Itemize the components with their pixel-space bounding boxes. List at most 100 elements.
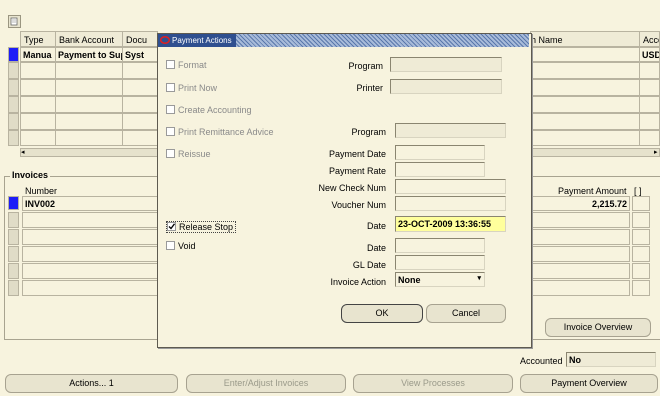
empty-cell[interactable] (122, 113, 158, 130)
empty-cell[interactable] (22, 246, 159, 262)
print-now-checkbox[interactable]: Print Now (166, 83, 217, 93)
empty-cell[interactable] (122, 79, 158, 96)
empty-cell[interactable] (639, 113, 660, 130)
program2-field[interactable] (395, 123, 506, 138)
payment-overview-button[interactable]: Payment Overview (520, 374, 658, 393)
bank-account-cell[interactable]: Payment to Supp (55, 47, 123, 62)
empty-cell[interactable] (55, 130, 123, 146)
empty-cell[interactable] (55, 62, 123, 79)
program-field[interactable] (390, 57, 502, 72)
empty-cell[interactable] (20, 79, 56, 96)
empty-cell[interactable] (530, 263, 630, 279)
row-indicator[interactable] (8, 113, 19, 130)
type-cell[interactable]: Manua (20, 47, 56, 62)
release-date-field[interactable]: 23-OCT-2009 13:36:55 (395, 216, 506, 232)
reissue-checkbox[interactable]: Reissue (166, 149, 211, 159)
empty-cell[interactable] (22, 280, 159, 296)
col-bank-account-header: Bank Account (55, 31, 123, 47)
attachment-icon[interactable] (8, 15, 21, 28)
empty-cell[interactable] (632, 246, 650, 262)
empty-cell[interactable] (530, 62, 640, 79)
currency-cell[interactable]: USD (639, 47, 660, 62)
payment-rate-field[interactable] (395, 162, 485, 177)
empty-cell[interactable] (22, 229, 159, 245)
empty-cell[interactable] (122, 96, 158, 113)
empty-cell[interactable] (530, 229, 630, 245)
empty-cell[interactable] (639, 62, 660, 79)
empty-cell[interactable] (639, 79, 660, 96)
create-accounting-checkbox[interactable]: Create Accounting (166, 105, 252, 115)
empty-cell[interactable] (632, 212, 650, 228)
void-date-field[interactable] (395, 238, 485, 253)
empty-cell[interactable] (20, 96, 56, 113)
empty-cell[interactable] (122, 62, 158, 79)
printer-field[interactable] (390, 79, 502, 94)
invoice-row-indicator[interactable] (8, 263, 19, 279)
enter-adjust-invoices-button[interactable]: Enter/Adjust Invoices (186, 374, 346, 393)
dialog-titlebar[interactable]: Payment Actions (158, 34, 529, 47)
empty-cell[interactable] (530, 113, 640, 130)
ok-button[interactable]: OK (341, 304, 423, 323)
empty-cell[interactable] (20, 62, 56, 79)
empty-cell[interactable] (20, 130, 56, 146)
row-indicator[interactable] (8, 96, 19, 113)
invoice-row-indicator-selected[interactable] (8, 196, 19, 210)
invoice-overview-button[interactable]: Invoice Overview (545, 318, 651, 337)
empty-cell[interactable] (639, 130, 660, 146)
document-cell[interactable]: Syst (122, 47, 158, 62)
empty-cell[interactable] (530, 96, 640, 113)
invoice-action-select[interactable]: None ▾ (395, 272, 485, 287)
empty-cell[interactable] (20, 113, 56, 130)
actions-button[interactable]: Actions... 1 (5, 374, 178, 393)
invoice-row-indicator[interactable] (8, 280, 19, 296)
accounted-field[interactable]: No (566, 352, 656, 367)
format-checkbox[interactable]: Format (166, 60, 207, 70)
payment-actions-dialog: Payment Actions Format Print Now Create … (157, 33, 532, 348)
gl-date-field[interactable] (395, 255, 485, 270)
release-stop-checkbox[interactable]: Release Stop (166, 221, 237, 233)
void-checkbox[interactable]: Void (166, 241, 196, 251)
invoice-action-value: None (398, 275, 421, 285)
payment-date-field[interactable] (395, 145, 485, 160)
empty-cell[interactable] (530, 246, 630, 262)
payee-name-cell[interactable] (530, 47, 640, 62)
invoice-number-cell[interactable]: INV002 (22, 196, 159, 211)
new-check-num-field[interactable] (395, 179, 506, 194)
invoice-row-indicator[interactable] (8, 246, 19, 262)
payment-amount-cell[interactable]: 2,215.72 (530, 196, 630, 211)
empty-cell[interactable] (632, 263, 650, 279)
scroll-left-icon[interactable]: ◂ (21, 149, 29, 156)
reissue-label: Reissue (178, 149, 211, 159)
row-indicator[interactable] (8, 130, 19, 146)
row-indicator-selected[interactable] (8, 47, 19, 62)
empty-cell[interactable] (122, 130, 158, 146)
row-indicator[interactable] (8, 79, 19, 96)
empty-cell[interactable] (530, 79, 640, 96)
empty-cell[interactable] (530, 130, 640, 146)
voucher-num-field[interactable] (395, 196, 506, 211)
empty-cell[interactable] (639, 96, 660, 113)
scroll-right-icon[interactable]: ▸ (654, 149, 660, 156)
checkbox-icon (166, 105, 175, 114)
col-payee-name-header: h Name (530, 31, 640, 47)
empty-cell[interactable] (55, 79, 123, 96)
empty-cell[interactable] (530, 212, 630, 228)
format-label: Format (178, 60, 207, 70)
payment-rate-label: Payment Rate (328, 166, 386, 176)
empty-cell[interactable] (632, 229, 650, 245)
empty-cell[interactable] (22, 212, 159, 228)
empty-cell[interactable] (632, 280, 650, 296)
invoice-row-indicator[interactable] (8, 229, 19, 245)
select-cell[interactable] (632, 196, 650, 211)
invoice-row-indicator[interactable] (8, 212, 19, 228)
col-currency-header: Acco (639, 31, 660, 47)
print-remittance-checkbox[interactable]: Print Remittance Advice (166, 127, 274, 137)
view-processes-button[interactable]: View Processes (353, 374, 513, 393)
empty-cell[interactable] (55, 113, 123, 130)
invoices-section-title: Invoices (10, 170, 51, 180)
cancel-button[interactable]: Cancel (426, 304, 506, 323)
row-indicator[interactable] (8, 62, 19, 79)
empty-cell[interactable] (530, 280, 630, 296)
empty-cell[interactable] (22, 263, 159, 279)
empty-cell[interactable] (55, 96, 123, 113)
